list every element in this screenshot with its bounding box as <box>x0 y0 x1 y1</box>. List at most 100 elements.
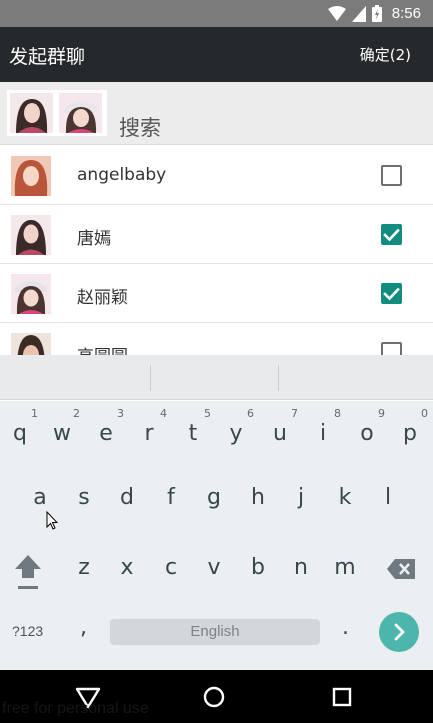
contact-row[interactable]: 高圆圆 <box>0 323 433 355</box>
key-q[interactable]: 1 q <box>0 401 40 451</box>
key-char: e <box>99 421 113 446</box>
key-l[interactable]: l <box>368 471 408 521</box>
key-hint: 4 <box>160 407 167 420</box>
key-c[interactable]: c <box>151 541 191 591</box>
key-w[interactable]: 2 w <box>42 401 82 451</box>
recents-icon[interactable] <box>329 684 355 710</box>
key-x[interactable]: x <box>107 541 147 591</box>
contact-name: 唐嫣 <box>77 229 111 249</box>
key-char: k <box>338 485 352 510</box>
avatar <box>11 215 51 255</box>
key-o[interactable]: 9 o <box>347 401 387 451</box>
key-n[interactable]: n <box>281 541 321 591</box>
key-h[interactable]: h <box>238 471 278 521</box>
key-char: t <box>188 421 198 446</box>
key-k[interactable]: k <box>325 471 365 521</box>
key-char: q <box>13 421 27 446</box>
key-char: o <box>360 421 374 446</box>
wifi-icon <box>327 5 346 21</box>
key-char: z <box>78 555 90 580</box>
key-z[interactable]: z <box>64 541 104 591</box>
shift-icon <box>15 555 41 589</box>
chevron-right-icon <box>394 623 405 641</box>
key-char: h <box>251 485 265 510</box>
shift-key[interactable] <box>10 551 46 593</box>
key-m[interactable]: m <box>325 541 365 591</box>
key-char: n <box>294 555 308 580</box>
key-char: d <box>120 485 134 510</box>
key-b[interactable]: b <box>238 541 278 591</box>
key-char: y <box>229 421 243 446</box>
key-u[interactable]: 7 u <box>260 401 300 451</box>
selected-avatar-1[interactable] <box>10 93 53 133</box>
signal-icon <box>351 5 366 22</box>
key-v[interactable]: v <box>194 541 234 591</box>
key-j[interactable]: j <box>281 471 321 521</box>
key-d[interactable]: d <box>107 471 147 521</box>
key-e[interactable]: 3 e <box>86 401 126 451</box>
avatar <box>11 156 51 196</box>
backspace-icon <box>387 559 415 579</box>
check-icon <box>383 228 400 242</box>
key-char: b <box>251 555 265 580</box>
key-char: c <box>164 555 178 580</box>
contact-checkbox[interactable] <box>381 342 402 355</box>
key-hint: 9 <box>378 407 385 420</box>
confirm-button[interactable]: 确定(2) <box>360 44 411 65</box>
key-y[interactable]: 6 y <box>216 401 256 451</box>
key-i[interactable]: 8 i <box>303 401 343 451</box>
enter-key[interactable] <box>379 612 419 652</box>
avatar <box>11 333 51 355</box>
page-title: 发起群聊 <box>9 46 86 68</box>
watermark-text: free for personal use <box>2 700 149 717</box>
key-char: f <box>167 485 175 510</box>
search-input[interactable]: 搜索 <box>119 112 161 142</box>
avatar <box>11 274 51 314</box>
contact-row[interactable]: 赵丽颖 <box>0 264 433 323</box>
soft-keyboard: 1 q 2 w 3 e 4 r 5 t 6 y 7 u 8 i 9 o 0 p … <box>0 401 433 670</box>
comma-key[interactable]: , <box>80 615 87 640</box>
key-char: g <box>207 485 221 510</box>
key-hint: 8 <box>334 407 341 420</box>
key-char: x <box>120 555 134 580</box>
contact-name: 赵丽颖 <box>77 288 128 308</box>
contact-name: 高圆圆 <box>77 342 128 355</box>
key-r[interactable]: 4 r <box>129 401 169 451</box>
contact-checkbox[interactable] <box>381 283 402 304</box>
suggestion-strip <box>0 355 433 400</box>
period-key[interactable]: . <box>342 615 349 640</box>
key-g[interactable]: g <box>194 471 234 521</box>
check-icon <box>383 287 400 301</box>
key-hint: 3 <box>117 407 124 420</box>
key-t[interactable]: 5 t <box>173 401 213 451</box>
space-key[interactable]: English <box>110 619 320 645</box>
contact-checkbox[interactable] <box>381 224 402 245</box>
status-icons: 8:56 <box>327 4 421 23</box>
key-hint: 2 <box>73 407 80 420</box>
contact-row[interactable]: 唐嫣 <box>0 205 433 264</box>
key-char: v <box>207 555 221 580</box>
key-char: s <box>78 485 90 510</box>
selected-members-bar: 搜索 <box>0 82 433 145</box>
key-hint: 6 <box>247 407 254 420</box>
key-hint: 0 <box>421 407 428 420</box>
key-hint: 7 <box>291 407 298 420</box>
status-time: 8:56 <box>391 5 421 22</box>
contact-name: angelbaby <box>77 165 167 185</box>
key-f[interactable]: f <box>151 471 191 521</box>
key-p[interactable]: 0 p <box>390 401 430 451</box>
key-s[interactable]: s <box>64 471 104 521</box>
key-char: i <box>319 421 327 446</box>
battery-icon <box>371 5 382 22</box>
key-hint: 5 <box>204 407 211 420</box>
symbols-key[interactable]: ?123 <box>12 623 43 639</box>
delete-key[interactable] <box>385 553 417 585</box>
home-icon[interactable] <box>201 684 227 710</box>
status-bar: 8:56 <box>0 0 433 27</box>
contact-row[interactable]: angelbaby <box>0 146 433 205</box>
toolbar: 发起群聊 确定(2) <box>0 27 433 82</box>
key-char: u <box>273 421 287 446</box>
selected-avatar-2[interactable] <box>59 93 102 133</box>
contact-checkbox[interactable] <box>381 165 402 186</box>
key-char: a <box>33 485 47 510</box>
